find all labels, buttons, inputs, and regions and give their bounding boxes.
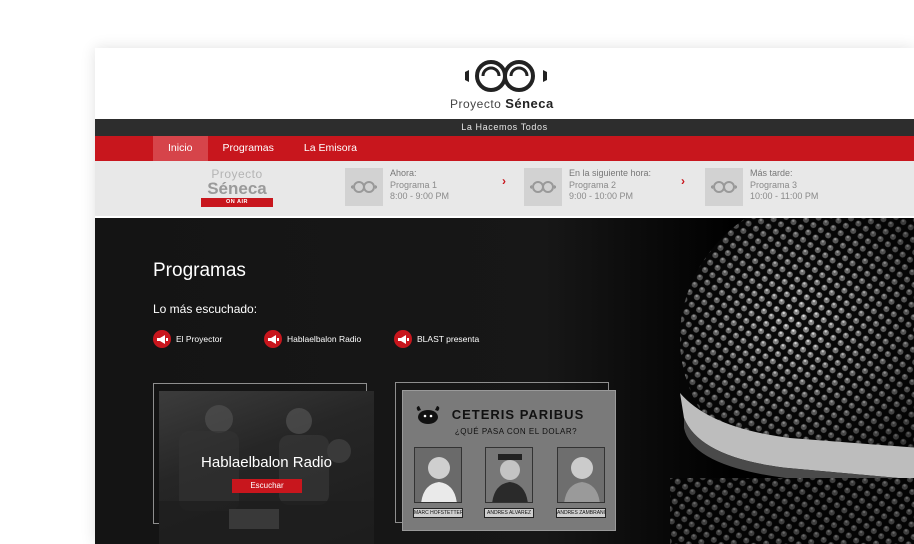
- popular-item-label: Hablaelbalon Radio: [287, 334, 362, 344]
- name-tag: MARC HOFSTETTER: [413, 508, 463, 518]
- headphones-icon: [351, 181, 377, 193]
- nav-item-inicio[interactable]: Inicio: [153, 136, 208, 161]
- megaphone-icon: [394, 330, 412, 348]
- popular-item-hablaelbalon[interactable]: Hablaelbalon Radio: [264, 330, 361, 348]
- slot-time: 10:00 - 11:00 PM: [750, 191, 819, 201]
- logo-name-bold: Séneca: [505, 96, 554, 111]
- card-title: Hablaelbalon Radio: [201, 454, 332, 471]
- nav-item-programas[interactable]: Programas: [208, 136, 289, 161]
- logo-wordmark: Proyecto Séneca: [450, 96, 562, 111]
- onair-badge: ON AIR: [201, 198, 273, 207]
- popular-title: Lo más escuchado:: [153, 302, 258, 316]
- name-tag: ANDRES ALVAREZ: [484, 508, 534, 518]
- section-title: Programas: [153, 260, 246, 281]
- megaphone-icon: [264, 330, 282, 348]
- slot-time: 9:00 - 10:00 PM: [569, 191, 634, 201]
- person-photo: [414, 447, 462, 503]
- slot-time: 8:00 - 9:00 PM: [390, 191, 450, 201]
- slot-program: Programa 3: [750, 179, 798, 190]
- popular-item-label: El Proyector: [176, 334, 223, 344]
- program-thumbnail: [345, 168, 383, 206]
- card-subtitle: ¿QUÉ PASA CON EL DOLAR?: [454, 427, 578, 436]
- program-thumbnail: [524, 168, 562, 206]
- header: Proyecto Séneca: [95, 48, 914, 119]
- programas-section: Programas Lo más escuchado: El Proyector…: [95, 218, 914, 544]
- chevron-right-icon: ›: [502, 174, 506, 188]
- onair-logo-line2: Séneca: [207, 179, 267, 198]
- tagline-bar: La Hacemos Todos: [95, 119, 914, 136]
- program-card-hablaelbalon[interactable]: Hablaelbalon Radio Escuchar: [159, 391, 374, 544]
- tagline: La Hacemos Todos: [461, 122, 548, 132]
- main-nav: Inicio Programas La Emisora: [95, 136, 914, 161]
- listen-button[interactable]: Escuchar: [232, 479, 302, 493]
- onair-logo[interactable]: Proyecto Séneca ON AIR: [201, 168, 273, 207]
- chevron-right-icon: ›: [681, 174, 685, 188]
- popular-item-blast[interactable]: BLAST presenta: [394, 330, 479, 348]
- logo-name-light: Proyecto: [450, 97, 502, 111]
- slot-label: Más tarde:: [750, 168, 793, 178]
- headphones-icon: [711, 181, 737, 193]
- slot-program: Programa 2: [569, 179, 617, 190]
- slot-label: Ahora:: [390, 168, 417, 178]
- popular-item-label: BLAST presenta: [417, 334, 480, 344]
- headphones-logo-icon: [465, 60, 547, 92]
- megaphone-icon: [153, 330, 171, 348]
- onair-bar: Proyecto Séneca ON AIR Ahora: Programa 1…: [95, 161, 914, 216]
- browser-frame: Proyecto Séneca La Hacemos Todos Inicio …: [95, 48, 914, 544]
- name-tag: ANDRES ZAMBRANO: [556, 508, 606, 518]
- nav-item-la-emisora[interactable]: La Emisora: [289, 136, 372, 161]
- slot-label: En la siguiente hora:: [569, 168, 652, 178]
- headphones-icon: [530, 181, 556, 193]
- popular-item-el-proyector[interactable]: El Proyector: [153, 330, 222, 348]
- person-photo: [557, 447, 605, 503]
- program-thumbnail: [705, 168, 743, 206]
- person-photo: [485, 447, 533, 503]
- microphone-image: [670, 218, 914, 544]
- card-title: CETERIS PARIBUS: [451, 407, 585, 422]
- site-logo[interactable]: Proyecto Séneca: [450, 58, 562, 111]
- slot-program: Programa 1: [390, 179, 438, 190]
- program-card-ceteris-paribus[interactable]: CETERIS PARIBUS ¿QUÉ PASA CON EL DOLAR? …: [402, 390, 616, 531]
